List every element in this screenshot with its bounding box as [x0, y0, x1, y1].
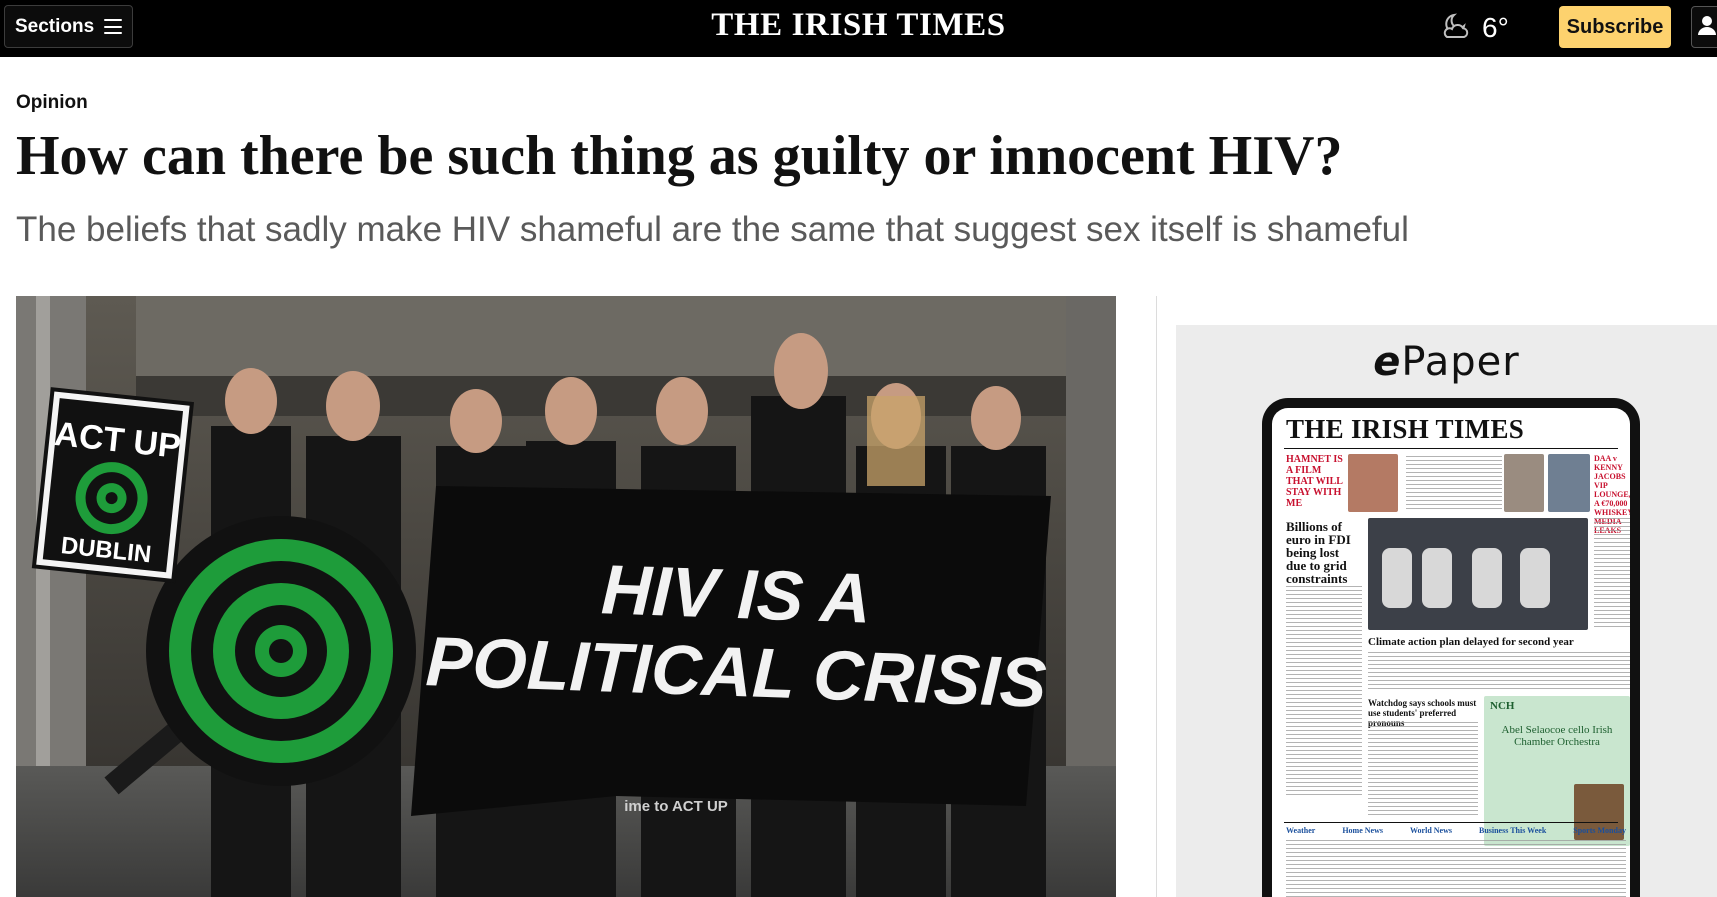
- account-button[interactable]: [1691, 6, 1717, 48]
- protest-photo-illustration: HIV IS A POLITICAL CRISIS ime to ACT UP …: [16, 296, 1116, 897]
- user-icon: [1698, 14, 1717, 41]
- top-navigation-bar: Sections THE IRISH TIMES 6° Subscribe: [0, 0, 1717, 57]
- epaper-front-page: THE IRISH TIMES HAMNET IS A FILM THAT WI…: [1272, 408, 1630, 897]
- epaper-promo[interactable]: ePaper THE IRISH TIMES HAMNET IS A FILM …: [1176, 325, 1717, 897]
- epaper-title: ePaper: [1373, 339, 1520, 385]
- section-kicker[interactable]: Opinion: [16, 92, 88, 114]
- epaper-ad-title: Abel Selaocoe cello Irish Chamber Orches…: [1501, 724, 1613, 748]
- subscribe-button[interactable]: Subscribe: [1559, 6, 1671, 48]
- article-standfirst: The beliefs that sadly make HIV shameful…: [16, 210, 1409, 249]
- act-up-placard: ACT UP DUBLIN: [31, 387, 195, 584]
- temperature: 6°: [1482, 12, 1509, 43]
- tablet-frame: THE IRISH TIMES HAMNET IS A FILM THAT WI…: [1262, 398, 1640, 897]
- epaper-ad-org: NCH: [1490, 700, 1515, 712]
- epaper-footer-strip: Weather Home News World News Business Th…: [1286, 826, 1626, 835]
- epaper-story-fdi: Billions of euro in FDI being lost due t…: [1286, 519, 1351, 586]
- column-divider: [1156, 296, 1157, 897]
- weather-widget[interactable]: 6°: [1440, 8, 1509, 48]
- moon-cloud-icon: [1440, 11, 1472, 46]
- hero-photo[interactable]: HIV IS A POLITICAL CRISIS ime to ACT UP …: [16, 296, 1116, 897]
- banner-footer-text: ime to ACT UP: [624, 798, 728, 815]
- epaper-story-climate: Climate action plan delayed for second y…: [1368, 636, 1574, 648]
- epaper-masthead: THE IRISH TIMES: [1286, 414, 1525, 444]
- epaper-story-hamnet: HAMNET IS A FILM THAT WILL STAY WITH ME: [1286, 454, 1343, 509]
- banner-text-line1: HIV IS A: [600, 550, 872, 637]
- article-headline: How can there be such thing as guilty or…: [16, 125, 1343, 187]
